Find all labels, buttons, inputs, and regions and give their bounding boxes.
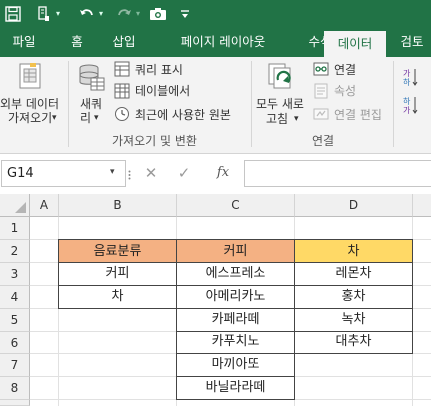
column-header-b[interactable]: B	[59, 194, 177, 217]
get-external-data-caret-icon[interactable]: ▾	[52, 111, 57, 125]
formula-bar: G14 ▾ ✕ ✓ fx	[0, 154, 431, 194]
cell-d3[interactable]: 레몬차	[294, 262, 413, 286]
row-header-4[interactable]: 4	[0, 286, 30, 309]
refresh-all-label-2[interactable]: 고침	[266, 112, 288, 126]
cancel-icon[interactable]: ✕	[141, 162, 161, 184]
tab-page-layout[interactable]: 페이지 레이아웃	[158, 27, 288, 57]
connections-icon[interactable]	[313, 61, 329, 80]
recent-sources-label[interactable]: 최근에 사용한 원본	[135, 108, 231, 122]
refresh-all-icon[interactable]	[266, 62, 296, 95]
cell-c5[interactable]: 카페라떼	[176, 308, 295, 332]
show-queries-icon[interactable]	[114, 61, 130, 80]
camera-icon[interactable]	[147, 0, 169, 27]
formula-input[interactable]	[244, 160, 431, 187]
edit-links-label: 연결 편집	[334, 108, 382, 122]
cell-d4[interactable]: 홍차	[294, 285, 413, 309]
ribbon-separator	[393, 61, 394, 147]
properties-icon	[313, 83, 329, 102]
recent-sources-icon[interactable]	[114, 106, 130, 125]
title-bar: ▾ ▾ ▾	[0, 0, 431, 27]
ribbon-tabs: 파일 홈 삽입 페이지 레이아웃 수식 데이터 검토	[0, 27, 431, 57]
properties-label: 속성	[334, 84, 357, 98]
tab-file[interactable]: 파일	[0, 27, 48, 57]
cell-c7[interactable]: 마끼아또	[176, 353, 295, 377]
group-get-transform-label: 가져오기 및 변환	[112, 134, 197, 148]
new-query-caret-icon[interactable]: ▾	[94, 111, 99, 125]
ribbon-separator	[251, 61, 252, 147]
from-table-label[interactable]: 테이블에서	[135, 84, 190, 98]
sort-ascending-icon[interactable]: 가하	[403, 67, 419, 90]
column-header-a[interactable]: A	[30, 194, 59, 217]
refresh-all-caret-icon[interactable]: ▾	[294, 112, 299, 126]
row-header-6[interactable]: 6	[0, 332, 30, 354]
cell-c2[interactable]: 커피	[176, 239, 295, 263]
group-connections-label: 연결	[312, 134, 335, 148]
touch-mode-dropdown-icon[interactable]: ▾	[53, 0, 63, 27]
ribbon-separator	[68, 61, 69, 147]
tab-home[interactable]: 홈	[62, 27, 92, 57]
row-header-8[interactable]: 8	[0, 377, 30, 400]
get-external-data-label-2[interactable]: 가져오기	[8, 111, 52, 125]
get-external-data-label[interactable]: 외부 데이터	[0, 97, 59, 111]
undo-dropdown-icon[interactable]: ▾	[96, 0, 106, 27]
refresh-all-label[interactable]: 모두 새로	[256, 97, 304, 111]
cell-c3[interactable]: 에스프레소	[176, 262, 295, 286]
cell-c4[interactable]: 아메리카노	[176, 285, 295, 309]
row-header-9[interactable]	[0, 400, 30, 406]
from-table-icon[interactable]	[114, 83, 130, 102]
save-icon[interactable]	[2, 0, 24, 27]
row-header-3[interactable]: 3	[0, 263, 30, 286]
cell-b4[interactable]: 차	[58, 285, 177, 309]
cell-d6[interactable]: 대추차	[294, 331, 413, 354]
get-external-data-icon[interactable]	[18, 62, 44, 93]
tab-insert[interactable]: 삽입	[104, 27, 144, 57]
column-header-c[interactable]: C	[177, 194, 295, 217]
customize-qat-icon[interactable]	[179, 0, 191, 27]
svg-text:가: 가	[403, 69, 411, 78]
row-header-2[interactable]: 2	[0, 240, 30, 263]
cell-d2[interactable]: 차	[294, 239, 413, 263]
show-queries-label[interactable]: 쿼리 표시	[135, 63, 183, 77]
undo-icon[interactable]	[78, 0, 96, 27]
name-box[interactable]: G14	[1, 160, 126, 187]
sort-descending-icon[interactable]: 하가	[403, 95, 419, 118]
enter-icon[interactable]: ✓	[174, 162, 194, 184]
select-all-corner[interactable]	[0, 194, 30, 217]
ribbon: 외부 데이터 가져오기 ▾ 새쿼 리 ▾ 쿼리 표시 테이블에서 최근에 사용한…	[0, 57, 431, 154]
redo-icon	[115, 0, 133, 27]
row-header-5[interactable]: 5	[0, 309, 30, 332]
connections-label[interactable]: 연결	[334, 63, 356, 77]
worksheet-grid[interactable]: A B C D 1 2 3 4 5 6 7 8 음료분류 커피 차 커피 에스프…	[0, 194, 431, 406]
column-header-d[interactable]: D	[295, 194, 413, 217]
column-header-e[interactable]	[413, 194, 431, 217]
row-header-7[interactable]: 7	[0, 354, 30, 377]
cell-c8[interactable]: 바닐라라떼	[176, 376, 295, 400]
touch-mode-icon[interactable]	[35, 0, 53, 27]
cell-c6[interactable]: 카푸치노	[176, 331, 295, 354]
svg-text:가: 가	[403, 106, 411, 115]
redo-dropdown-icon: ▾	[135, 9, 140, 18]
formula-bar-grip-icon[interactable]	[128, 170, 131, 180]
tab-review[interactable]: 검토	[392, 27, 431, 57]
new-query-label[interactable]: 새쿼	[80, 97, 102, 111]
svg-text:하: 하	[403, 77, 411, 87]
name-box-dropdown-icon[interactable]: ▾	[110, 167, 115, 177]
insert-function-icon[interactable]: fx	[213, 162, 233, 184]
row-header-1[interactable]: 1	[0, 217, 30, 240]
new-query-icon[interactable]	[77, 62, 105, 95]
cell-b2[interactable]: 음료분류	[58, 239, 177, 263]
svg-text:하: 하	[403, 96, 411, 106]
edit-links-icon	[313, 106, 329, 125]
cell-d5[interactable]: 녹차	[294, 308, 413, 332]
cell-b3[interactable]: 커피	[58, 262, 177, 286]
new-query-label-2[interactable]: 리	[80, 111, 91, 125]
tab-data[interactable]: 데이터	[324, 31, 386, 57]
